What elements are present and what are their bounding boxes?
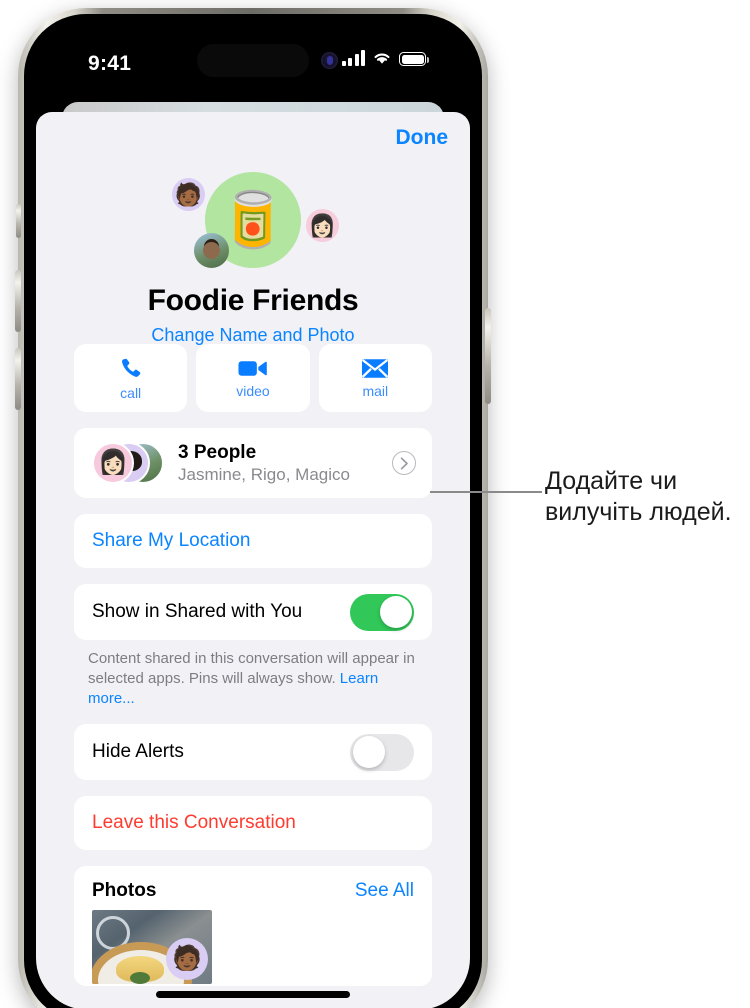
home-indicator[interactable] bbox=[156, 991, 350, 998]
battery-full-icon bbox=[399, 52, 429, 66]
wifi-icon bbox=[372, 50, 392, 66]
group-avatar-cluster[interactable]: 🧑🏾 🥫 👩🏻 bbox=[143, 168, 363, 286]
avatar-jasmine: 👩🏻 bbox=[92, 442, 134, 484]
shared-with-you-footnote: Content shared in this conversation will… bbox=[88, 649, 422, 708]
front-camera-icon bbox=[321, 52, 338, 69]
device-bezel: 9:41 Done 🧑🏾 🥫 👩🏻 Foodie Friends Change … bbox=[24, 14, 482, 1008]
mail-button[interactable]: mail bbox=[318, 344, 432, 412]
callout-text: Додайте чи вилучіть людей. bbox=[545, 467, 732, 527]
show-in-shared-with-you-toggle[interactable] bbox=[350, 593, 414, 631]
shared-with-you-card: Show in Shared with You bbox=[74, 584, 432, 640]
group-header: 🧑🏾 🥫 👩🏻 Foodie Friends Change Name and P… bbox=[36, 168, 470, 346]
call-button[interactable]: call bbox=[74, 344, 188, 412]
photo-sender-avatar: 🧑🏾 bbox=[166, 938, 208, 981]
hide-alerts-toggle[interactable] bbox=[350, 733, 414, 771]
volume-down-button[interactable] bbox=[15, 348, 21, 410]
device-screen: 9:41 Done 🧑🏾 🥫 👩🏻 Foodie Friends Change … bbox=[36, 26, 470, 1008]
share-my-location-row[interactable]: Share My Location bbox=[74, 514, 432, 568]
quick-actions-row: call video mail bbox=[74, 344, 432, 412]
hide-alerts-row[interactable]: Hide Alerts bbox=[74, 724, 432, 780]
glass-decor bbox=[96, 916, 130, 951]
video-button-label: video bbox=[236, 382, 270, 399]
video-icon bbox=[238, 358, 268, 379]
participant-avatar-stack: 👩🏻 bbox=[92, 442, 166, 484]
people-card: 👩🏻 3 People Jasmine, Rigo, Magico bbox=[74, 428, 432, 498]
share-location-card: Share My Location bbox=[74, 514, 432, 568]
show-in-shared-with-you-label: Show in Shared with You bbox=[92, 601, 303, 622]
photo-avatar-3 bbox=[194, 233, 229, 268]
callout-leader-line bbox=[430, 491, 542, 493]
photos-thumbnail-row: 🧑🏾 bbox=[74, 902, 432, 985]
mail-icon bbox=[361, 358, 389, 379]
toggle-knob bbox=[379, 596, 412, 628]
photos-card: Photos See All 🧑🏾 bbox=[74, 866, 432, 987]
iphone-device-frame: 9:41 Done 🧑🏾 🥫 👩🏻 Foodie Friends Change … bbox=[15, 8, 491, 1008]
photos-header: Photos See All bbox=[74, 866, 432, 902]
sheet-header: Done bbox=[36, 112, 470, 168]
signal-bars-icon bbox=[341, 50, 365, 66]
status-bar-indicators bbox=[341, 50, 429, 66]
hide-alerts-label: Hide Alerts bbox=[92, 741, 184, 763]
status-bar-clock: 9:41 bbox=[88, 52, 132, 75]
status-bar: 9:41 bbox=[36, 26, 470, 100]
photo-thumbnail[interactable]: 🧑🏾 bbox=[92, 910, 212, 985]
leave-this-conversation-label[interactable]: Leave this Conversation bbox=[92, 812, 296, 834]
change-name-and-photo-link[interactable]: Change Name and Photo bbox=[36, 325, 470, 346]
group-details-sheet: Done 🧑🏾 🥫 👩🏻 Foodie Friends Change Name … bbox=[36, 112, 470, 1008]
share-my-location-label[interactable]: Share My Location bbox=[92, 530, 250, 552]
photos-title: Photos bbox=[92, 880, 157, 902]
group-name-title: Foodie Friends bbox=[147, 284, 359, 317]
video-button[interactable]: video bbox=[196, 344, 310, 412]
done-button[interactable]: Done bbox=[396, 126, 449, 150]
phone-icon bbox=[118, 356, 143, 381]
leave-conversation-row[interactable]: Leave this Conversation bbox=[74, 796, 432, 850]
power-button[interactable] bbox=[485, 308, 491, 404]
people-names-label: Jasmine, Rigo, Magico bbox=[178, 464, 350, 484]
chevron-right-icon[interactable] bbox=[392, 451, 416, 475]
screenshot-root: 9:41 Done 🧑🏾 🥫 👩🏻 Foodie Friends Change … bbox=[0, 0, 750, 1008]
dynamic-island bbox=[197, 44, 309, 77]
people-count-label: 3 People bbox=[178, 441, 257, 463]
action-button[interactable] bbox=[16, 204, 21, 238]
people-row[interactable]: 👩🏻 3 People Jasmine, Rigo, Magico bbox=[74, 428, 432, 498]
see-all-button[interactable]: See All bbox=[355, 880, 414, 902]
leave-conversation-card: Leave this Conversation bbox=[74, 796, 432, 851]
mail-button-label: mail bbox=[362, 382, 389, 399]
people-text-block: 3 People Jasmine, Rigo, Magico bbox=[178, 442, 392, 485]
memoji-avatar-2: 👩🏻 bbox=[306, 209, 339, 242]
toggle-knob bbox=[352, 736, 385, 769]
volume-up-button[interactable] bbox=[15, 270, 21, 332]
call-button-label: call bbox=[120, 384, 142, 401]
hide-alerts-card: Hide Alerts bbox=[74, 724, 432, 781]
callout-annotation: Додайте чи вилучіть людей. bbox=[545, 466, 740, 529]
show-in-shared-with-you-row[interactable]: Show in Shared with You bbox=[74, 584, 432, 640]
memoji-avatar-1: 🧑🏾 bbox=[172, 178, 205, 211]
